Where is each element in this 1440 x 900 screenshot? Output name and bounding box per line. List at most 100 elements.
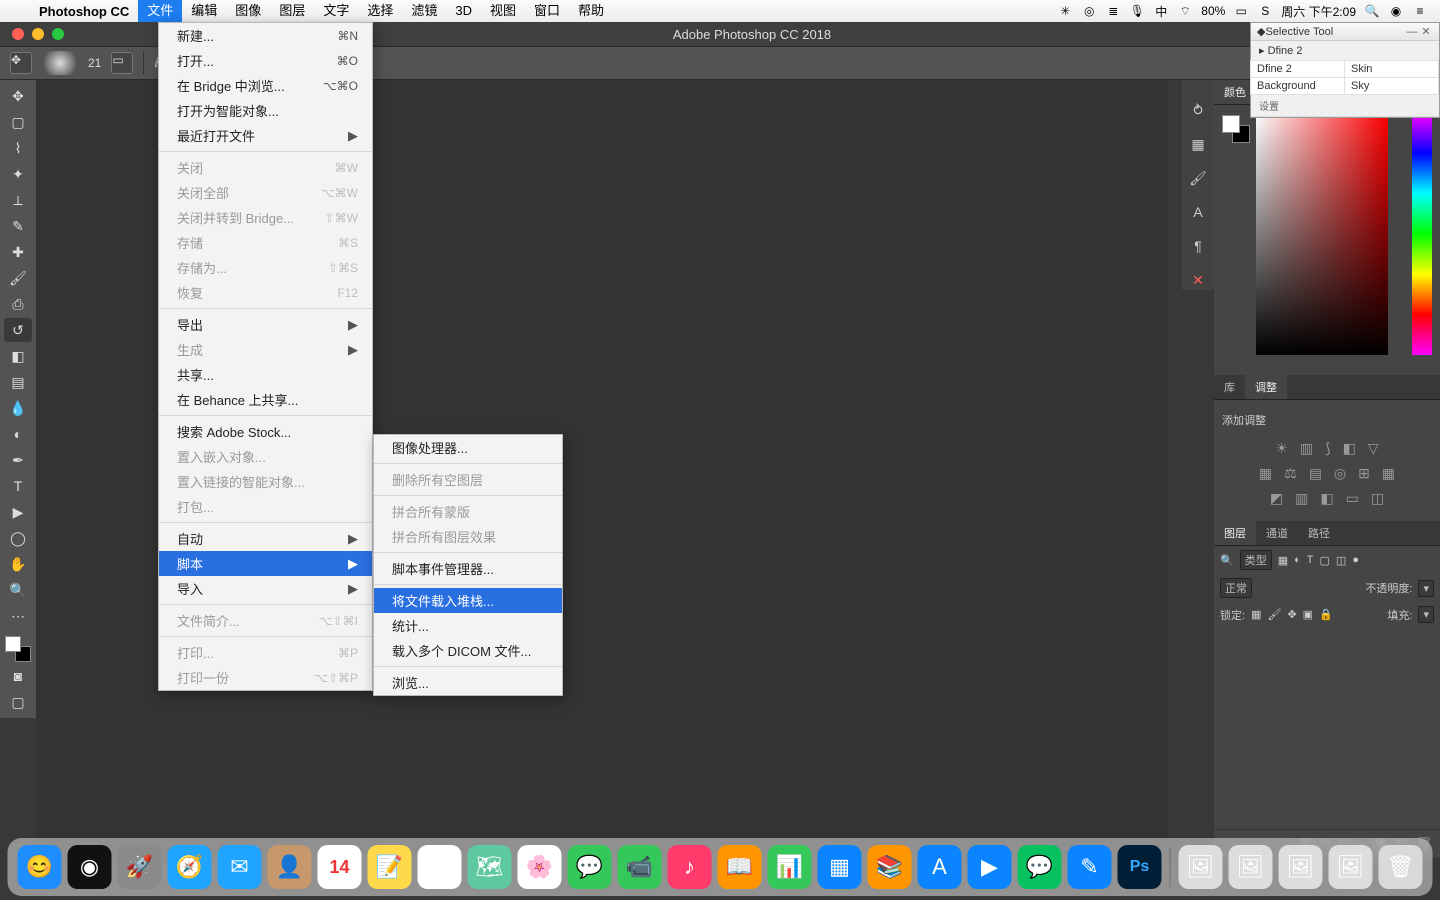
minimize-icon[interactable]: — — [1405, 26, 1419, 38]
move-tool[interactable]: ✥ — [4, 84, 32, 108]
invert-icon[interactable]: ◩ — [1270, 490, 1283, 507]
dodge-tool[interactable]: ◐ — [4, 422, 32, 446]
dock-ibooks[interactable]: 📖 — [718, 845, 762, 889]
dock-photoshop[interactable]: Ps — [1118, 845, 1162, 889]
lasso-tool[interactable]: ⌇ — [4, 136, 32, 160]
lock-artboard-icon[interactable]: ▣ — [1303, 608, 1313, 621]
menuitem-将文件载入堆栈[interactable]: 将文件载入堆栈... — [374, 588, 562, 613]
dock-contacts[interactable]: 👤 — [268, 845, 312, 889]
dock-facetime[interactable]: 📹 — [618, 845, 662, 889]
selective-tool-window[interactable]: ◆ Selective Tool — ✕ ▸ Dfine 2 Dfine 2Sk… — [1250, 22, 1440, 118]
lock-pos-icon[interactable]: ✥ — [1287, 608, 1296, 621]
menu-图像[interactable]: 图像 — [226, 0, 270, 22]
dock-quicktime[interactable]: ▶ — [968, 845, 1012, 889]
hue-slider[interactable] — [1412, 113, 1432, 355]
edit-toolbar[interactable]: ⋯ — [4, 604, 32, 628]
close-window[interactable] — [12, 28, 24, 40]
siri-icon[interactable]: ◉ — [1388, 4, 1404, 18]
lock-all-icon[interactable]: 🔒 — [1319, 608, 1333, 621]
lock-pixels-icon[interactable]: 🖌 — [1267, 608, 1281, 621]
menuitem-在Bridge中浏览[interactable]: 在 Bridge 中浏览...⌥⌘O — [159, 73, 372, 98]
dock-screenshot4[interactable]: 🖼 — [1329, 845, 1373, 889]
path-select-tool[interactable]: ▶ — [4, 500, 32, 524]
dock-notes[interactable]: 📝 — [368, 845, 412, 889]
brush-settings-icon[interactable]: 🖌 — [1188, 168, 1208, 188]
menu-编辑[interactable]: 编辑 — [182, 0, 226, 22]
clock[interactable]: 周六 下午2:09 — [1281, 3, 1356, 20]
opacity-field[interactable]: ▾ — [1418, 580, 1434, 597]
selective-section[interactable]: ▸ Dfine 2 — [1251, 41, 1439, 61]
menu-文件[interactable]: 文件 — [138, 0, 182, 22]
input-icon[interactable]: 中 — [1153, 3, 1169, 20]
dock-calendar[interactable]: 14 — [318, 845, 362, 889]
app-name[interactable]: Photoshop CC — [30, 4, 138, 19]
menuitem-打开[interactable]: 打开...⌘O — [159, 48, 372, 73]
mic-icon[interactable]: 🎙 — [1129, 4, 1145, 18]
crop-tool[interactable]: ⟂ — [4, 188, 32, 212]
menuitem-浏览[interactable]: 浏览... — [374, 670, 562, 695]
posterize-icon[interactable]: ▥ — [1295, 490, 1308, 507]
battery-icon[interactable]: ▭ — [1233, 4, 1249, 18]
dock-reminders[interactable]: ☑ — [418, 845, 462, 889]
settings-label[interactable]: 设置 — [1259, 102, 1279, 113]
fg-bg-colors[interactable] — [5, 636, 31, 662]
blur-tool[interactable]: 💧 — [4, 396, 32, 420]
dock-numbers[interactable]: 📊 — [768, 845, 812, 889]
brightness-icon[interactable]: ☀ — [1275, 440, 1288, 457]
menu-图层[interactable]: 图层 — [270, 0, 314, 22]
zoom-window[interactable] — [52, 28, 64, 40]
minimize-window[interactable] — [32, 28, 44, 40]
fill-field[interactable]: ▾ — [1418, 606, 1434, 623]
menuitem-导入[interactable]: 导入▶ — [159, 576, 372, 601]
menuitem-统计[interactable]: 统计... — [374, 613, 562, 638]
menuitem-打开为智能对象[interactable]: 打开为智能对象... — [159, 98, 372, 123]
zoom-tool[interactable]: 🔍 — [4, 578, 32, 602]
stamp-tool[interactable]: ⎙ — [4, 292, 32, 316]
history-brush-tool[interactable]: ↺ — [4, 318, 32, 342]
dock-screenshot3[interactable]: 🖼 — [1279, 845, 1323, 889]
notification-center-icon[interactable]: ≡ — [1412, 4, 1428, 18]
selective-cell[interactable]: Dfine 2 — [1250, 60, 1345, 78]
menu-帮助[interactable]: 帮助 — [569, 0, 613, 22]
tab-adjustments[interactable]: 调整 — [1245, 375, 1287, 399]
brush-preview[interactable] — [42, 51, 78, 75]
cc-status-icon[interactable]: ◎ — [1081, 4, 1097, 18]
spotlight-icon[interactable]: 🔍 — [1364, 4, 1380, 18]
dock-maps[interactable]: 🗺 — [468, 845, 512, 889]
brush-tool[interactable]: 🖌 — [4, 266, 32, 290]
healing-tool[interactable]: ✚ — [4, 240, 32, 264]
tab-layers[interactable]: 图层 — [1214, 521, 1256, 545]
filter-adjust-icon[interactable]: ◐ — [1294, 554, 1301, 566]
marquee-tool[interactable]: ▢ — [4, 110, 32, 134]
tab-channels[interactable]: 通道 — [1256, 521, 1298, 545]
menuitem-新建[interactable]: 新建...⌘N — [159, 23, 372, 48]
levels-icon[interactable]: ▥ — [1300, 440, 1313, 457]
tab-libraries[interactable]: 库 — [1214, 375, 1245, 399]
pen-tool[interactable]: ✒ — [4, 448, 32, 472]
selective-cell[interactable]: Sky — [1344, 77, 1439, 95]
filter-pixel-icon[interactable]: ▦ — [1278, 554, 1288, 567]
brush-panel-toggle[interactable]: ▭ — [111, 52, 133, 74]
close-icon[interactable]: ✕ — [1419, 25, 1433, 38]
menuitem-在Behance上共享[interactable]: 在 Behance 上共享... — [159, 387, 372, 412]
menuitem-最近打开文件[interactable]: 最近打开文件▶ — [159, 123, 372, 148]
wifi-icon[interactable]: ⌔ — [1177, 4, 1193, 19]
menuitem-导出[interactable]: 导出▶ — [159, 312, 372, 337]
selective-cell[interactable]: Background — [1250, 77, 1345, 95]
menu-文字[interactable]: 文字 — [314, 0, 358, 22]
type-tool[interactable]: T — [4, 474, 32, 498]
history-panel-icon[interactable]: ⥁ — [1188, 100, 1208, 120]
colorlookup-icon[interactable]: ▦ — [1382, 465, 1395, 482]
tab-paths[interactable]: 路径 — [1298, 521, 1340, 545]
menuitem-自动[interactable]: 自动▶ — [159, 526, 372, 551]
curves-icon[interactable]: ⟆ — [1325, 440, 1330, 457]
menuitem-脚本[interactable]: 脚本▶ — [159, 551, 372, 576]
dock-things[interactable]: ✎ — [1068, 845, 1112, 889]
color-field[interactable] — [1256, 113, 1388, 355]
dock-photos[interactable]: 🌸 — [518, 845, 562, 889]
menu-选择[interactable]: 选择 — [358, 0, 402, 22]
colorbalance-icon[interactable]: ⚖ — [1284, 465, 1297, 482]
menu-视图[interactable]: 视图 — [481, 0, 525, 22]
selectivecolor-icon[interactable]: ◫ — [1371, 490, 1384, 507]
dock-finder[interactable]: 😊 — [18, 845, 62, 889]
